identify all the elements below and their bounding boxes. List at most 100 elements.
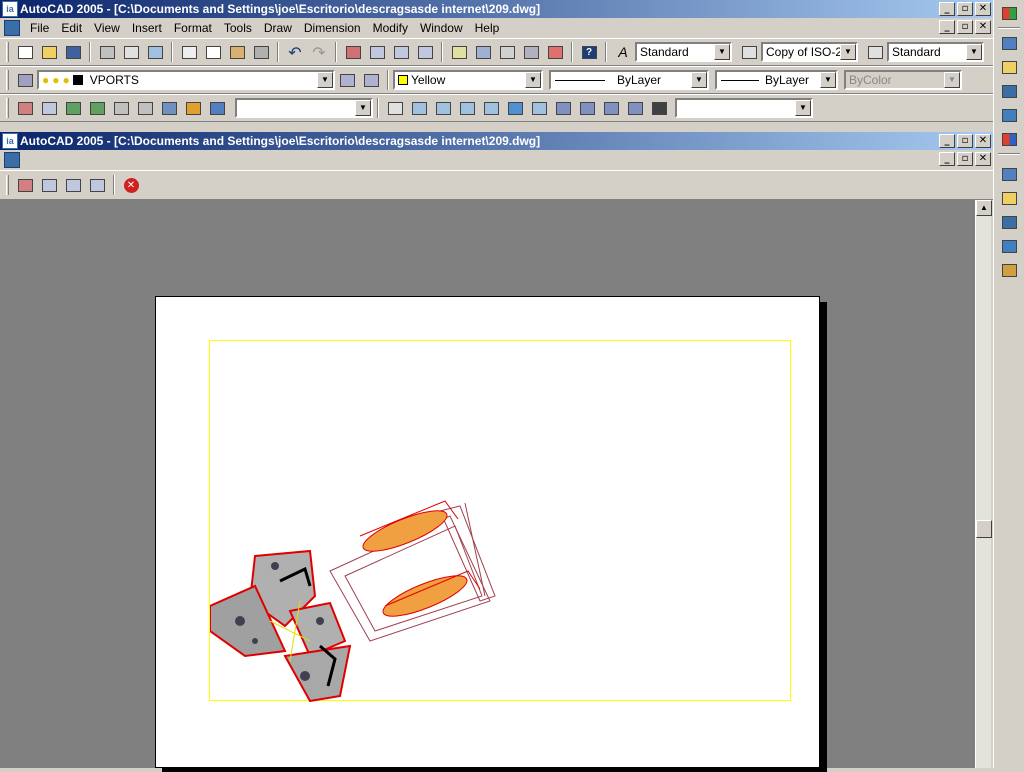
top-view-icon[interactable] [408, 97, 430, 119]
explorer-icon[interactable] [997, 104, 1021, 126]
child-doc-close-button[interactable]: ✕ [975, 152, 991, 166]
pan-icon[interactable] [342, 41, 364, 63]
zoom-icon[interactable] [38, 174, 60, 196]
child-doc-restore-button[interactable]: ▫ [957, 152, 973, 166]
zoom-original-icon[interactable] [86, 174, 108, 196]
doc-close-button[interactable]: ✕ [975, 20, 991, 34]
brush-tool-icon[interactable] [997, 259, 1021, 281]
paste-icon[interactable] [226, 41, 248, 63]
publish-icon[interactable] [144, 41, 166, 63]
help-icon[interactable]: ? [578, 41, 600, 63]
make-object-layer-current-icon[interactable] [336, 69, 358, 91]
distance-icon[interactable] [134, 97, 156, 119]
camera-view-icon[interactable] [648, 97, 670, 119]
toolbar-grip[interactable] [6, 42, 9, 62]
child-doc-minimize-button[interactable]: _ [939, 152, 955, 166]
named-view-dropdown[interactable]: ▼ [235, 98, 373, 118]
document-icon[interactable] [4, 20, 20, 36]
tool-palettes-icon[interactable] [496, 41, 518, 63]
cut-icon[interactable] [178, 41, 200, 63]
layer-manager-icon[interactable] [14, 69, 36, 91]
back-view-icon[interactable] [528, 97, 550, 119]
scroll-up-arrow[interactable]: ▲ [976, 200, 992, 216]
viewport-icon[interactable] [206, 97, 228, 119]
close-button[interactable]: ✕ [975, 2, 991, 16]
plot-icon[interactable] [96, 41, 118, 63]
bottom-view-icon[interactable] [432, 97, 454, 119]
properties-icon[interactable] [448, 41, 470, 63]
pan-icon[interactable] [14, 174, 36, 196]
windows-app-icon[interactable] [997, 128, 1021, 150]
plot-preview-icon[interactable] [120, 41, 142, 63]
autocad-app-icon[interactable]: ia [2, 1, 18, 17]
autocad-doc-tool-icon[interactable] [997, 80, 1021, 102]
save-icon[interactable] [62, 41, 84, 63]
doc-minimize-button[interactable]: _ [939, 20, 955, 34]
explorer-icon-2[interactable] [997, 235, 1021, 257]
scroll-thumb[interactable] [976, 520, 992, 538]
zoom-window-icon[interactable] [390, 41, 412, 63]
menu-draw[interactable]: Draw [258, 19, 298, 37]
zoom-previous-icon[interactable] [414, 41, 436, 63]
menu-view[interactable]: View [88, 19, 126, 37]
layer-dropdown[interactable]: ● ● ● VPORTS ▼ [37, 70, 335, 90]
close-preview-icon[interactable]: ✕ [120, 174, 142, 196]
color-dropdown[interactable]: Yellow ▼ [393, 70, 543, 90]
menu-dimension[interactable]: Dimension [298, 19, 367, 37]
properties-palette-icon[interactable] [997, 32, 1021, 54]
windows-flag-icon[interactable] [997, 2, 1021, 24]
sw-iso-icon[interactable] [552, 97, 574, 119]
undo-icon[interactable]: ↶ [284, 41, 306, 63]
text-style-dropdown[interactable]: Standard ▼ [635, 42, 732, 62]
zoom-window-icon[interactable] [62, 174, 84, 196]
drawing-canvas[interactable] [0, 200, 975, 772]
se-iso-icon[interactable] [576, 97, 598, 119]
menu-tools[interactable]: Tools [218, 19, 258, 37]
orbit-icon[interactable] [62, 97, 84, 119]
redo-icon[interactable]: ↷ [308, 41, 330, 63]
doc-restore-button[interactable]: ▫ [957, 20, 973, 34]
pan-realtime-icon[interactable] [14, 97, 36, 119]
drawing-doc-icon[interactable] [4, 152, 20, 168]
child-close-button[interactable]: ✕ [975, 134, 991, 148]
menu-insert[interactable]: Insert [126, 19, 168, 37]
swivel-icon[interactable] [158, 97, 180, 119]
folder-icon-2[interactable] [997, 187, 1021, 209]
layout-viewport[interactable] [209, 340, 791, 703]
layer-previous-icon[interactable] [360, 69, 382, 91]
vertical-scrollbar[interactable]: ▲ [975, 200, 992, 768]
menu-help[interactable]: Help [469, 19, 506, 37]
front-view-icon[interactable] [504, 97, 526, 119]
continuous-orbit-icon[interactable] [86, 97, 108, 119]
toolbar-grip[interactable] [6, 98, 9, 118]
left-view-icon[interactable] [456, 97, 478, 119]
view-icon[interactable] [384, 97, 406, 119]
open-icon[interactable] [38, 41, 60, 63]
zoom-icon[interactable] [38, 97, 60, 119]
ne-iso-icon[interactable] [600, 97, 622, 119]
menu-edit[interactable]: Edit [55, 19, 88, 37]
sheet-set-icon[interactable] [520, 41, 542, 63]
child-restore-button[interactable]: ▫ [957, 134, 973, 148]
zoom-realtime-icon[interactable] [366, 41, 388, 63]
ucs-dropdown[interactable]: ▼ [675, 98, 813, 118]
table-style-dropdown[interactable]: Standard ▼ [887, 42, 984, 62]
toolbar-grip[interactable] [6, 175, 9, 195]
copy-icon[interactable] [202, 41, 224, 63]
menu-format[interactable]: Format [168, 19, 218, 37]
folder-icon[interactable] [997, 56, 1021, 78]
autocad-doc-tool-icon-2[interactable] [997, 211, 1021, 233]
menu-file[interactable]: File [24, 19, 55, 37]
right-view-icon[interactable] [480, 97, 502, 119]
lineweight-dropdown[interactable]: ByLayer ▼ [715, 70, 838, 90]
autocad-doc-icon[interactable]: ia [2, 133, 18, 149]
match-properties-icon[interactable] [250, 41, 272, 63]
child-minimize-button[interactable]: _ [939, 134, 955, 148]
nw-iso-icon[interactable] [624, 97, 646, 119]
dim-style-dropdown[interactable]: Copy of ISO-25▼ [761, 42, 858, 62]
toolbar-grip[interactable] [6, 70, 9, 90]
linetype-dropdown[interactable]: ByLayer ▼ [549, 70, 709, 90]
minimize-button[interactable]: _ [939, 2, 955, 16]
menu-modify[interactable]: Modify [367, 19, 414, 37]
restore-button[interactable]: ▫ [957, 2, 973, 16]
